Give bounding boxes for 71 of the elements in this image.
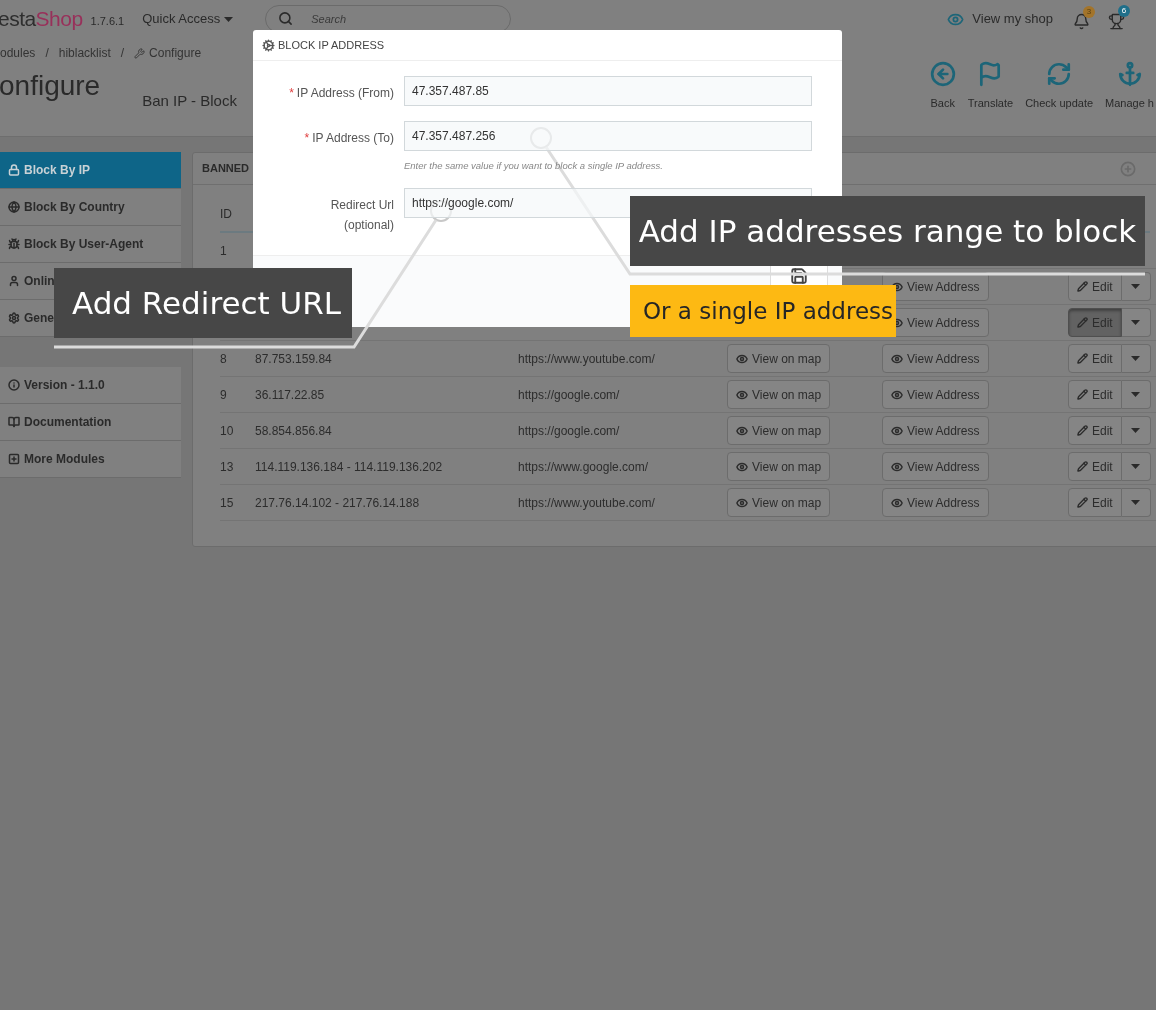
table-cell: https://google.com/ <box>518 423 620 438</box>
view-shop-link[interactable]: View my shop <box>972 9 1053 29</box>
table-cell: 1 <box>220 243 227 258</box>
notification-badge: 3 <box>1083 6 1095 18</box>
annotation-tooltip: Add Redirect URL <box>54 268 352 338</box>
field-label: Redirect Url <box>330 197 394 215</box>
table-cell: 217.76.14.102 - 217.76.14.188 <box>255 495 420 510</box>
sidebar-item[interactable]: Documentation <box>0 404 181 441</box>
view-address-button[interactable]: View Address <box>882 416 989 445</box>
field-label: IP Address (From) <box>296 85 394 102</box>
required-mark: * <box>289 85 294 102</box>
toolbar-button[interactable]: Manage h <box>1105 61 1154 113</box>
edit-button[interactable]: Edit <box>1068 380 1122 409</box>
breadcrumb-link[interactable]: Configure <box>134 44 202 62</box>
breadcrumb-link[interactable]: hiblacklist <box>58 44 111 62</box>
table-cell: 58.854.856.84 <box>255 423 332 438</box>
edit-button[interactable]: Edit <box>1068 452 1122 481</box>
table-cell: 87.753.159.84 <box>255 351 332 366</box>
module-title: Ban IP - Block <box>142 91 237 111</box>
sidebar-item[interactable]: More Modules <box>0 441 181 478</box>
table-cell: 36.117.22.85 <box>255 387 325 402</box>
view-on-map-button[interactable]: View on map <box>727 416 831 445</box>
dialog-title: BLOCK IP ADDRESS <box>278 37 385 53</box>
text-field[interactable]: 47.357.487.85 <box>404 76 812 106</box>
required-mark: * <box>304 130 310 147</box>
view-on-map-button[interactable]: View on map <box>727 344 831 373</box>
help-text: Enter the same value if you want to block a single IP address. <box>404 159 664 173</box>
edit-button[interactable]: Edit <box>1068 272 1122 301</box>
toolbar-button[interactable]: Back <box>929 61 956 113</box>
field-sublabel: (optional) <box>342 217 394 235</box>
table-cell: https://www.youtube.com/ <box>518 495 655 510</box>
trophy-button[interactable]: 6 <box>1108 5 1132 33</box>
view-address-button[interactable]: View Address <box>882 488 989 517</box>
edit-button[interactable]: Edit <box>1068 488 1122 517</box>
column-header: ID <box>220 206 233 223</box>
table-cell: 15 <box>220 495 234 510</box>
sidebar-item[interactable]: Version - 1.1.0 <box>0 367 181 404</box>
field-label: IP Address (To) <box>312 130 394 147</box>
version-label: 1.7.6.1 <box>90 13 125 29</box>
toolbar-button[interactable]: Translate <box>967 61 1014 113</box>
text-field[interactable]: 47.357.487.256 <box>404 121 812 151</box>
panel-title: BANNED <box>202 161 250 177</box>
sidebar-item[interactable]: Block By IP <box>0 152 181 189</box>
view-address-button[interactable]: View Address <box>882 380 989 409</box>
quick-access-button[interactable]: Quick Access <box>142 9 234 29</box>
annotation-tooltip: Add IP addresses range to block <box>630 196 1145 266</box>
view-on-map-button[interactable]: View on map <box>727 488 831 517</box>
view-address-button[interactable]: View Address <box>882 452 989 481</box>
toolbar-button[interactable]: Check update <box>1025 61 1094 113</box>
breadcrumb-link[interactable]: odules <box>0 44 36 62</box>
table-cell: 10 <box>220 423 234 438</box>
edit-button[interactable]: Edit <box>1068 416 1122 445</box>
sidebar-item[interactable]: Block By Country <box>0 189 181 226</box>
breadcrumb-separator: / <box>45 45 49 62</box>
trophy-badge: 6 <box>1118 5 1130 17</box>
view-on-map-button[interactable]: View on map <box>727 380 831 409</box>
table-cell: 8 <box>220 351 227 366</box>
view-on-map-button[interactable]: View on map <box>727 452 831 481</box>
table-cell: https://www.youtube.com/ <box>518 351 655 366</box>
table-cell: https://www.google.com/ <box>518 459 649 474</box>
table-cell: https://google.com/ <box>518 387 620 402</box>
table-cell: 13 <box>220 459 234 474</box>
view-address-button[interactable]: View Address <box>882 344 989 373</box>
notifications-button[interactable]: 3 <box>1073 5 1097 33</box>
table-cell: 9 <box>220 387 227 402</box>
page-title: onfigure <box>0 69 101 103</box>
sidebar-item[interactable]: Block By User-Agent <box>0 226 181 263</box>
annotation-tooltip: Or a single IP address <box>630 285 896 337</box>
edit-button[interactable]: Edit <box>1068 344 1122 373</box>
table-cell: 114.119.136.184 - 114.119.136.202 <box>255 459 443 474</box>
breadcrumb-separator: / <box>120 45 125 62</box>
